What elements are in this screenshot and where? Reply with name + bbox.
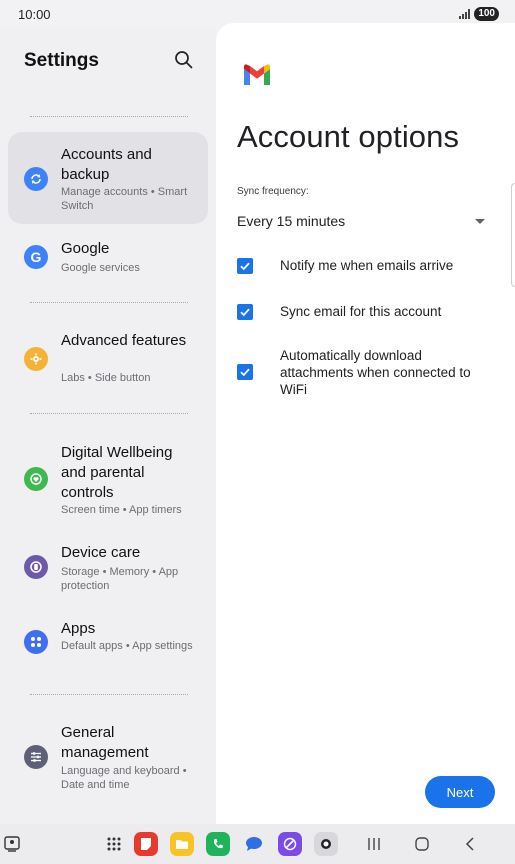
settings-item-subtitle: Storage • Memory • App protection xyxy=(61,566,179,592)
notify-checkbox-row[interactable]: Notify me when emails arrive xyxy=(237,257,497,275)
apps-icon xyxy=(24,630,48,654)
sync-email-checkbox-row[interactable]: Sync email for this account xyxy=(237,303,497,321)
gmail-logo xyxy=(244,64,270,85)
dropdown-arrow-icon xyxy=(475,218,485,224)
sync-frequency-dropdown[interactable]: Every 15 minutes xyxy=(237,208,489,234)
battery-indicator: 100 xyxy=(474,7,499,21)
settings-item-subtitle: Language and keyboard • Date and time xyxy=(61,765,187,791)
recents-icon[interactable] xyxy=(362,832,386,856)
settings-item-apps[interactable]: Apps Default apps • App settings xyxy=(8,616,208,678)
divider xyxy=(30,302,188,303)
divider xyxy=(30,116,188,117)
back-icon[interactable] xyxy=(458,832,482,856)
settings-item-subtitle: Google services xyxy=(61,262,140,274)
auto-download-label: Automatically download attachments when … xyxy=(280,348,471,397)
checkmark-icon xyxy=(240,368,250,377)
settings-item-general-management[interactable]: General management Language and keyboard… xyxy=(8,720,208,800)
settings-item-title: Advanced features xyxy=(61,332,187,349)
settings-item-title: General management xyxy=(61,724,149,761)
divider xyxy=(30,413,188,414)
checkmark-icon xyxy=(240,262,250,271)
sync-frequency-value: Every 15 minutes xyxy=(237,213,346,229)
settings-item-digital-wellbeing[interactable]: Digital Wellbeing and parental controls … xyxy=(8,440,208,522)
settings-item-title: Google xyxy=(61,240,110,257)
scrollbar[interactable] xyxy=(511,183,515,287)
settings-item-title: Apps xyxy=(61,620,96,637)
notify-checkbox[interactable] xyxy=(237,258,253,274)
page-title: Settings xyxy=(24,50,99,71)
device-care-icon xyxy=(24,555,48,579)
home-icon[interactable] xyxy=(410,832,434,856)
phone-app-icon[interactable] xyxy=(206,832,230,856)
google-icon: G xyxy=(24,245,48,269)
sync-icon xyxy=(24,167,48,191)
search-icon xyxy=(175,51,193,69)
notes-app-icon[interactable] xyxy=(134,832,158,856)
settings-item-google[interactable]: G Google Google services xyxy=(8,232,208,284)
page-title: Account options xyxy=(237,119,460,154)
sync-frequency-label: Sync frequency: xyxy=(237,186,309,197)
internet-app-icon[interactable] xyxy=(278,832,302,856)
status-indicators: 100 xyxy=(459,7,499,21)
advanced-features-icon xyxy=(24,347,48,371)
account-options-panel: Account options Sync frequency: Every 15… xyxy=(216,23,515,824)
settings-item-subtitle: Manage accounts • Smart Switch xyxy=(61,186,188,212)
divider xyxy=(30,694,188,695)
settings-item-device-care[interactable]: Device care Storage • Memory • App prote… xyxy=(8,540,208,606)
notify-label: Notify me when emails arrive xyxy=(280,258,454,273)
settings-item-title: Digital Wellbeing and parental controls xyxy=(61,444,173,501)
settings-item-title: Device care xyxy=(61,544,141,561)
assistant-icon[interactable] xyxy=(0,832,24,856)
checkmark-icon xyxy=(240,308,250,317)
settings-panel: Settings Accounts and backup Manage acco… xyxy=(0,28,216,824)
settings-item-title: Accounts and backup xyxy=(61,146,152,183)
camera-app-icon[interactable] xyxy=(314,832,338,856)
taskbar xyxy=(0,824,515,864)
settings-header: Settings xyxy=(0,28,216,98)
apps-grid-icon[interactable] xyxy=(102,832,126,856)
wellbeing-icon xyxy=(24,467,48,491)
settings-item-subtitle: Default apps • App settings xyxy=(61,640,193,652)
settings-item-subtitle: Labs • Side button xyxy=(61,372,151,384)
general-management-icon xyxy=(24,745,48,769)
settings-item-advanced-features[interactable]: Advanced features Labs • Side button xyxy=(8,326,208,392)
search-button[interactable] xyxy=(174,50,198,74)
auto-download-checkbox[interactable] xyxy=(237,364,253,380)
next-button[interactable]: Next xyxy=(425,776,495,808)
status-time: 10:00 xyxy=(18,6,51,22)
settings-item-subtitle: Screen time • App timers xyxy=(61,504,182,516)
sync-email-label: Sync email for this account xyxy=(280,304,442,319)
settings-item-accounts-and-backup[interactable]: Accounts and backup Manage accounts • Sm… xyxy=(8,132,208,224)
files-app-icon[interactable] xyxy=(170,832,194,856)
sync-email-checkbox[interactable] xyxy=(237,304,253,320)
messages-app-icon[interactable] xyxy=(242,832,266,856)
auto-download-checkbox-row[interactable]: Automatically download attachments when … xyxy=(237,346,497,398)
signal-icon xyxy=(459,9,471,19)
